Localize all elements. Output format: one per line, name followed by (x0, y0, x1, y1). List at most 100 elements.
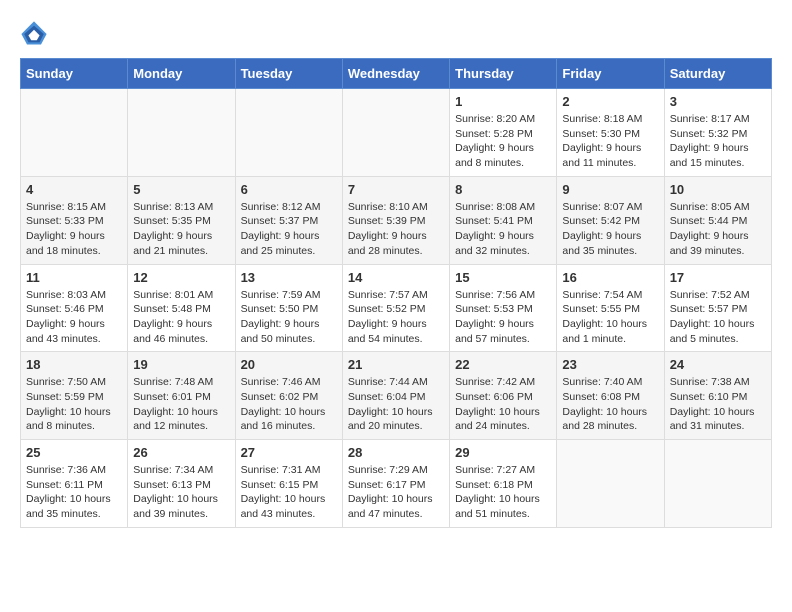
calendar-week-row: 25Sunrise: 7:36 AMSunset: 6:11 PMDayligh… (21, 440, 772, 528)
day-info: Sunrise: 7:54 AMSunset: 5:55 PMDaylight:… (562, 288, 658, 347)
calendar-cell: 2 Sunrise: 8:18 AMSunset: 5:30 PMDaylight… (557, 89, 664, 177)
day-info: Sunrise: 8:12 AMSunset: 5:37 PMDaylight:… (241, 200, 337, 259)
day-info: Sunrise: 8:03 AMSunset: 5:46 PMDaylight:… (26, 288, 122, 347)
calendar-cell: 11 Sunrise: 8:03 AMSunset: 5:46 PMDayligh… (21, 264, 128, 352)
calendar-cell: 23 Sunrise: 7:40 AMSunset: 6:08 PMDayligh… (557, 352, 664, 440)
weekday-header-tuesday: Tuesday (235, 59, 342, 89)
calendar-week-row: 18 Sunrise: 7:50 AMSunset: 5:59 PMDayligh… (21, 352, 772, 440)
day-number: 29 (455, 445, 551, 460)
weekday-header-wednesday: Wednesday (342, 59, 449, 89)
day-number: 12 (133, 270, 229, 285)
calendar-cell: 18 Sunrise: 7:50 AMSunset: 5:59 PMDayligh… (21, 352, 128, 440)
weekday-header-friday: Friday (557, 59, 664, 89)
day-info: Sunrise: 7:34 AMSunset: 6:13 PMDaylight:… (133, 463, 229, 522)
weekday-header-saturday: Saturday (664, 59, 771, 89)
day-info: Sunrise: 8:05 AMSunset: 5:44 PMDaylight:… (670, 200, 766, 259)
calendar-header-row: SundayMondayTuesdayWednesdayThursdayFrid… (21, 59, 772, 89)
calendar-cell: 4Sunrise: 8:15 AMSunset: 5:33 PMDaylight… (21, 176, 128, 264)
calendar-cell: 7 Sunrise: 8:10 AMSunset: 5:39 PMDaylight… (342, 176, 449, 264)
day-number: 24 (670, 357, 766, 372)
day-number: 15 (455, 270, 551, 285)
calendar-cell (128, 89, 235, 177)
calendar-cell: 20 Sunrise: 7:46 AMSunset: 6:02 PMDayligh… (235, 352, 342, 440)
day-number: 11 (26, 270, 122, 285)
logo (20, 20, 52, 48)
day-number: 28 (348, 445, 444, 460)
calendar-cell: 16 Sunrise: 7:54 AMSunset: 5:55 PMDayligh… (557, 264, 664, 352)
day-number: 26 (133, 445, 229, 460)
calendar-cell: 10 Sunrise: 8:05 AMSunset: 5:44 PMDayligh… (664, 176, 771, 264)
calendar-cell (557, 440, 664, 528)
day-info: Sunrise: 7:48 AMSunset: 6:01 PMDaylight:… (133, 375, 229, 434)
day-info: Sunrise: 7:40 AMSunset: 6:08 PMDaylight:… (562, 375, 658, 434)
day-number: 16 (562, 270, 658, 285)
calendar-cell: 21Sunrise: 7:44 AMSunset: 6:04 PMDayligh… (342, 352, 449, 440)
day-number: 18 (26, 357, 122, 372)
calendar-cell: 8 Sunrise: 8:08 AMSunset: 5:41 PMDaylight… (450, 176, 557, 264)
day-number: 2 (562, 94, 658, 109)
day-number: 10 (670, 182, 766, 197)
day-info: Sunrise: 7:59 AMSunset: 5:50 PMDaylight:… (241, 288, 337, 347)
calendar-cell (21, 89, 128, 177)
calendar-cell: 25Sunrise: 7:36 AMSunset: 6:11 PMDayligh… (21, 440, 128, 528)
day-number: 5 (133, 182, 229, 197)
calendar-cell (664, 440, 771, 528)
calendar-cell: 5 Sunrise: 8:13 AMSunset: 5:35 PMDaylight… (128, 176, 235, 264)
day-number: 17 (670, 270, 766, 285)
day-number: 8 (455, 182, 551, 197)
day-info: Sunrise: 7:29 AMSunset: 6:17 PMDaylight:… (348, 463, 444, 522)
day-number: 21 (348, 357, 444, 372)
calendar-week-row: 4Sunrise: 8:15 AMSunset: 5:33 PMDaylight… (21, 176, 772, 264)
day-number: 22 (455, 357, 551, 372)
calendar-cell: 29 Sunrise: 7:27 AMSunset: 6:18 PMDayligh… (450, 440, 557, 528)
weekday-header-thursday: Thursday (450, 59, 557, 89)
calendar-cell: 27Sunrise: 7:31 AMSunset: 6:15 PMDayligh… (235, 440, 342, 528)
day-info: Sunrise: 7:46 AMSunset: 6:02 PMDaylight:… (241, 375, 337, 434)
day-info: Sunrise: 8:13 AMSunset: 5:35 PMDaylight:… (133, 200, 229, 259)
day-info: Sunrise: 8:07 AMSunset: 5:42 PMDaylight:… (562, 200, 658, 259)
day-number: 1 (455, 94, 551, 109)
day-number: 4 (26, 182, 122, 197)
day-info: Sunrise: 7:38 AMSunset: 6:10 PMDaylight:… (670, 375, 766, 434)
day-info: Sunrise: 7:27 AMSunset: 6:18 PMDaylight:… (455, 463, 551, 522)
day-number: 19 (133, 357, 229, 372)
page-header (20, 20, 772, 48)
day-number: 20 (241, 357, 337, 372)
day-info: Sunrise: 7:56 AMSunset: 5:53 PMDaylight:… (455, 288, 551, 347)
calendar-cell: 9 Sunrise: 8:07 AMSunset: 5:42 PMDaylight… (557, 176, 664, 264)
calendar-week-row: 1 Sunrise: 8:20 AMSunset: 5:28 PMDaylight… (21, 89, 772, 177)
day-info: Sunrise: 7:42 AMSunset: 6:06 PMDaylight:… (455, 375, 551, 434)
day-number: 23 (562, 357, 658, 372)
calendar-cell: 28 Sunrise: 7:29 AMSunset: 6:17 PMDayligh… (342, 440, 449, 528)
day-info: Sunrise: 7:50 AMSunset: 5:59 PMDaylight:… (26, 375, 122, 434)
calendar-week-row: 11 Sunrise: 8:03 AMSunset: 5:46 PMDayligh… (21, 264, 772, 352)
day-info: Sunrise: 8:20 AMSunset: 5:28 PMDaylight:… (455, 112, 551, 171)
day-info: Sunrise: 7:52 AMSunset: 5:57 PMDaylight:… (670, 288, 766, 347)
day-info: Sunrise: 7:36 AMSunset: 6:11 PMDaylight:… (26, 463, 122, 522)
calendar-cell: 17 Sunrise: 7:52 AMSunset: 5:57 PMDayligh… (664, 264, 771, 352)
logo-icon (20, 20, 48, 48)
calendar-cell (235, 89, 342, 177)
day-number: 7 (348, 182, 444, 197)
weekday-header-sunday: Sunday (21, 59, 128, 89)
calendar-cell: 12 Sunrise: 8:01 AMSunset: 5:48 PMDayligh… (128, 264, 235, 352)
calendar-cell: 24 Sunrise: 7:38 AMSunset: 6:10 PMDayligh… (664, 352, 771, 440)
day-info: Sunrise: 8:10 AMSunset: 5:39 PMDaylight:… (348, 200, 444, 259)
day-info: Sunrise: 7:31 AMSunset: 6:15 PMDaylight:… (241, 463, 337, 522)
day-info: Sunrise: 8:08 AMSunset: 5:41 PMDaylight:… (455, 200, 551, 259)
calendar-cell (342, 89, 449, 177)
day-info: Sunrise: 8:17 AMSunset: 5:32 PMDaylight:… (670, 112, 766, 171)
day-info: Sunrise: 8:18 AMSunset: 5:30 PMDaylight:… (562, 112, 658, 171)
calendar-cell: 26 Sunrise: 7:34 AMSunset: 6:13 PMDayligh… (128, 440, 235, 528)
day-info: Sunrise: 8:01 AMSunset: 5:48 PMDaylight:… (133, 288, 229, 347)
day-number: 13 (241, 270, 337, 285)
calendar-cell: 3Sunrise: 8:17 AMSunset: 5:32 PMDaylight… (664, 89, 771, 177)
day-number: 14 (348, 270, 444, 285)
calendar-cell: 22 Sunrise: 7:42 AMSunset: 6:06 PMDayligh… (450, 352, 557, 440)
calendar-cell: 6 Sunrise: 8:12 AMSunset: 5:37 PMDaylight… (235, 176, 342, 264)
day-number: 6 (241, 182, 337, 197)
calendar-cell: 15 Sunrise: 7:56 AMSunset: 5:53 PMDayligh… (450, 264, 557, 352)
calendar-cell: 1 Sunrise: 8:20 AMSunset: 5:28 PMDaylight… (450, 89, 557, 177)
day-number: 9 (562, 182, 658, 197)
day-info: Sunrise: 7:57 AMSunset: 5:52 PMDaylight:… (348, 288, 444, 347)
